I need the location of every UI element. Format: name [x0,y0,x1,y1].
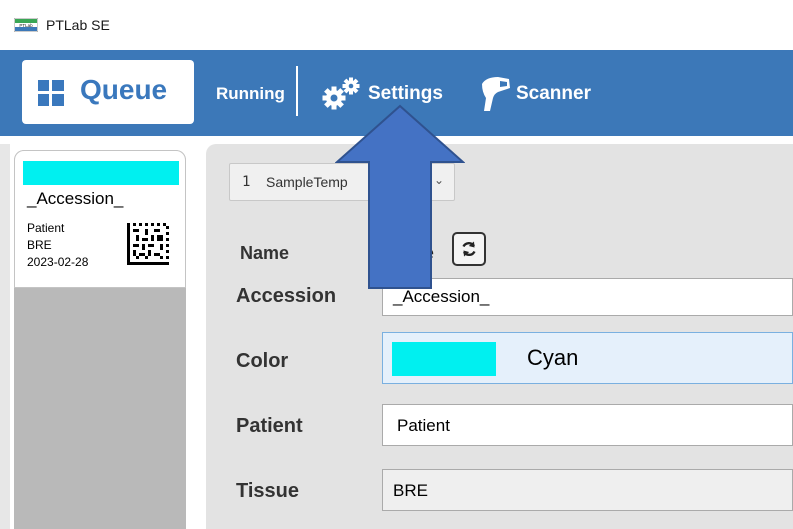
queue-button[interactable]: Queue [22,60,194,124]
tissue-label: Tissue [236,480,299,502]
svg-text:PTLab: PTLab [19,23,33,28]
color-label: Color [236,350,289,372]
sample-color-swatch [23,161,179,185]
color-select[interactable]: Cyan [382,332,793,384]
color-swatch [392,342,496,376]
template-number: 1 [242,174,251,190]
patient-label: Patient [236,415,303,437]
tissue-select[interactable]: BRE [382,469,793,511]
title-bar: PTLab PTLab SE [0,0,793,50]
running-tab[interactable]: Running [216,84,285,104]
sample-date: 2023-02-28 [27,255,89,269]
patient-input[interactable]: Patient [382,404,793,446]
barcode-scanner-icon [482,77,510,111]
sample-card[interactable]: _Accession_ Patient BRE 2023-02-28 [14,150,186,288]
patient-value: Patient [397,416,450,435]
sample-list: _Accession_ Patient BRE 2023-02-28 [14,150,186,529]
app-title: PTLab SE [46,17,110,33]
grid-icon [38,80,64,106]
tissue-value: BRE [393,481,428,500]
annotation-arrow-up [335,104,465,289]
name-label: Name [240,243,290,263]
accession-label: Accession [236,285,337,307]
left-scroll-gutter [0,144,10,529]
sample-tissue: BRE [27,238,52,252]
settings-label: Settings [368,83,443,104]
datamatrix-barcode-icon [127,223,169,265]
ptlab-logo-icon: PTLab [14,18,38,32]
sample-patient: Patient [27,221,65,235]
accession-value: _Accession_ [393,287,490,306]
scanner-label: Scanner [516,83,591,104]
toolbar-divider [296,66,298,116]
queue-label: Queue [80,74,168,105]
sample-accession: _Accession_ [27,189,124,208]
color-value: Cyan [527,345,579,370]
